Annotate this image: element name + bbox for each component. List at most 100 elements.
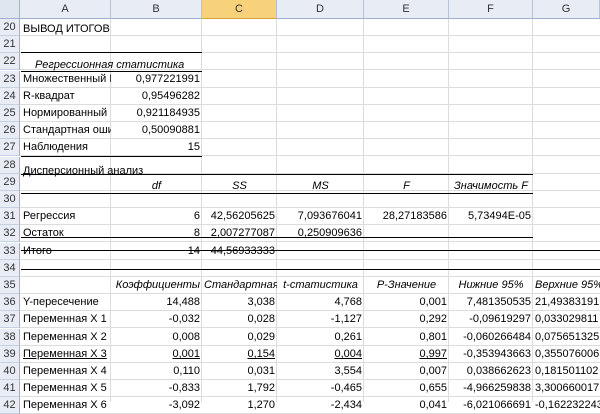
coef-cell[interactable]: -3,092 bbox=[111, 397, 202, 414]
anova-cell[interactable] bbox=[277, 243, 364, 260]
coef-cell[interactable]: 0,008 bbox=[111, 329, 202, 346]
coef-cell[interactable]: 0,801 bbox=[364, 329, 449, 346]
cell-A20[interactable]: ВЫВОД ИТОГОВ bbox=[21, 20, 181, 38]
coef-cell[interactable]: 3,038 bbox=[202, 294, 277, 311]
anova-cell[interactable]: 5,73494E-05 bbox=[449, 208, 533, 225]
row-header-33[interactable]: 33 bbox=[0, 243, 20, 260]
anova-cell[interactable] bbox=[449, 243, 533, 260]
anova-cell[interactable]: Итого bbox=[21, 243, 111, 260]
column-header-A[interactable]: A bbox=[20, 0, 111, 19]
row-header-40[interactable]: 40 bbox=[0, 363, 20, 380]
anova-cell[interactable] bbox=[364, 243, 449, 260]
coef-cell[interactable]: 1,270 bbox=[202, 397, 277, 414]
column-header-G[interactable]: G bbox=[533, 0, 600, 19]
coef-cell[interactable]: 4,768 bbox=[277, 294, 364, 311]
coef-cell[interactable]: 0,110 bbox=[111, 363, 202, 380]
coef-cell[interactable]: 3,300660017 bbox=[533, 380, 600, 397]
coef-cell[interactable]: 0,154 bbox=[202, 346, 277, 363]
coef-cell[interactable]: 0,075651325 bbox=[533, 329, 600, 346]
coef-cell[interactable]: -0,353943663 bbox=[449, 346, 533, 363]
cell-B25[interactable]: 0,921184935 bbox=[111, 105, 202, 122]
cell-B23[interactable]: 0,977221991 bbox=[111, 71, 202, 88]
row-header-38[interactable]: 38 bbox=[0, 329, 20, 346]
cell-A24[interactable]: R-квадрат bbox=[21, 88, 111, 105]
coef-header-cell[interactable]: Стандартная ошибка bbox=[202, 277, 277, 294]
coef-row-label[interactable]: Переменная X 5 bbox=[21, 380, 111, 397]
select-all-corner[interactable] bbox=[0, 0, 20, 19]
coef-cell[interactable]: 0,041 bbox=[364, 397, 449, 414]
anova-cell[interactable]: 0,250909636 bbox=[277, 225, 364, 242]
coef-cell[interactable]: -4,966259838 bbox=[449, 380, 533, 397]
row-header-26[interactable]: 26 bbox=[0, 122, 20, 139]
cell-B26[interactable]: 0,50090881 bbox=[111, 122, 202, 139]
coef-cell[interactable]: 1,792 bbox=[202, 380, 277, 397]
cell-A27[interactable]: Наблюдения bbox=[21, 139, 111, 156]
anova-cell[interactable]: 7,093676041 bbox=[277, 208, 364, 225]
coef-cell[interactable]: -0,833 bbox=[111, 380, 202, 397]
coef-row-label[interactable]: Переменная X 6 bbox=[21, 397, 111, 414]
coef-header-cell[interactable]: P-Значение bbox=[364, 277, 449, 294]
row-header-34[interactable]: 34 bbox=[0, 260, 20, 277]
coef-header-cell[interactable]: Коэффициенты bbox=[111, 277, 202, 294]
cell-B27[interactable]: 15 bbox=[111, 139, 202, 156]
column-header-C[interactable]: C bbox=[202, 0, 277, 19]
coef-cell[interactable]: -1,127 bbox=[277, 311, 364, 328]
anova-cell[interactable] bbox=[449, 225, 533, 242]
row-header-35[interactable]: 35 bbox=[0, 277, 20, 294]
column-header-D[interactable]: D bbox=[277, 0, 364, 19]
row-header-39[interactable]: 39 bbox=[0, 346, 20, 363]
column-header-B[interactable]: B bbox=[111, 0, 202, 19]
anova-cell[interactable]: 2,007277087 bbox=[202, 225, 277, 242]
coef-cell[interactable]: 21,49383191 bbox=[533, 294, 600, 311]
row-header-32[interactable]: 32 bbox=[0, 225, 20, 242]
coef-cell[interactable]: 0,292 bbox=[364, 311, 449, 328]
row-header-28[interactable]: 28 bbox=[0, 157, 20, 174]
coef-cell[interactable]: 0,038662623 bbox=[449, 363, 533, 380]
row-header-20[interactable]: 20 bbox=[0, 19, 20, 36]
row-header-25[interactable]: 25 bbox=[0, 105, 20, 122]
anova-cell[interactable]: 28,27183586 bbox=[364, 208, 449, 225]
coef-cell[interactable]: 0,001 bbox=[111, 346, 202, 363]
cell-A23[interactable]: Множественный R bbox=[21, 71, 111, 88]
coef-cell[interactable]: -0,032 bbox=[111, 311, 202, 328]
coef-cell[interactable]: -2,434 bbox=[277, 397, 364, 414]
coef-cell[interactable]: -0,060266484 bbox=[449, 329, 533, 346]
coef-cell[interactable]: -0,09619297 bbox=[449, 311, 533, 328]
coef-cell[interactable]: 0,655 bbox=[364, 380, 449, 397]
row-header-36[interactable]: 36 bbox=[0, 294, 20, 311]
coef-cell[interactable]: -0,465 bbox=[277, 380, 364, 397]
coef-cell[interactable]: 0,355076006 bbox=[533, 346, 600, 363]
coef-cell[interactable]: 14,488 bbox=[111, 294, 202, 311]
row-header-27[interactable]: 27 bbox=[0, 139, 20, 156]
row-header-31[interactable]: 31 bbox=[0, 208, 20, 225]
coef-cell[interactable]: 0,007 bbox=[364, 363, 449, 380]
anova-cell[interactable]: 6 bbox=[111, 208, 202, 225]
coef-cell[interactable]: -0,162232243 bbox=[533, 397, 600, 414]
anova-cell[interactable]: 44,56933333 bbox=[202, 243, 277, 260]
coef-header-cell[interactable]: Верхние 95% bbox=[533, 277, 600, 294]
column-header-F[interactable]: F bbox=[449, 0, 533, 19]
row-header-23[interactable]: 23 bbox=[0, 71, 20, 88]
cell-B24[interactable]: 0,95496282 bbox=[111, 88, 202, 105]
coef-cell[interactable]: 3,554 bbox=[277, 363, 364, 380]
cell-A26[interactable]: Стандартная ошибка bbox=[21, 122, 111, 139]
row-header-24[interactable]: 24 bbox=[0, 88, 20, 105]
coef-cell[interactable]: 0,033029811 bbox=[533, 311, 600, 328]
row-header-21[interactable]: 21 bbox=[0, 36, 20, 53]
coef-row-label[interactable]: Переменная X 2 bbox=[21, 329, 111, 346]
coef-cell[interactable]: 0,997 bbox=[364, 346, 449, 363]
spreadsheet-grid[interactable]: ABCDEFG 20 21 22 23 24 25 26 27 28 29 30 31 32 33 34 35… bbox=[0, 0, 600, 414]
coef-cell[interactable]: 7,481350535 bbox=[449, 294, 533, 311]
coef-cell[interactable]: 0,181501102 bbox=[533, 363, 600, 380]
anova-cell[interactable]: 42,56205625 bbox=[202, 208, 277, 225]
anova-cell[interactable]: 8 bbox=[111, 225, 202, 242]
anova-cell[interactable]: 14 bbox=[111, 243, 202, 260]
coef-cell[interactable]: -6,021066691 bbox=[449, 397, 533, 414]
anova-cell[interactable]: Регрессия bbox=[21, 208, 111, 225]
row-header-37[interactable]: 37 bbox=[0, 311, 20, 328]
row-header-41[interactable]: 41 bbox=[0, 380, 20, 397]
coef-row-label[interactable]: Переменная X 3 bbox=[21, 346, 111, 363]
coef-header-cell[interactable]: t-статистика bbox=[277, 277, 364, 294]
coef-row-label[interactable]: Переменная X 4 bbox=[21, 363, 111, 380]
coef-row-label[interactable]: Y-пересечение bbox=[21, 294, 111, 311]
